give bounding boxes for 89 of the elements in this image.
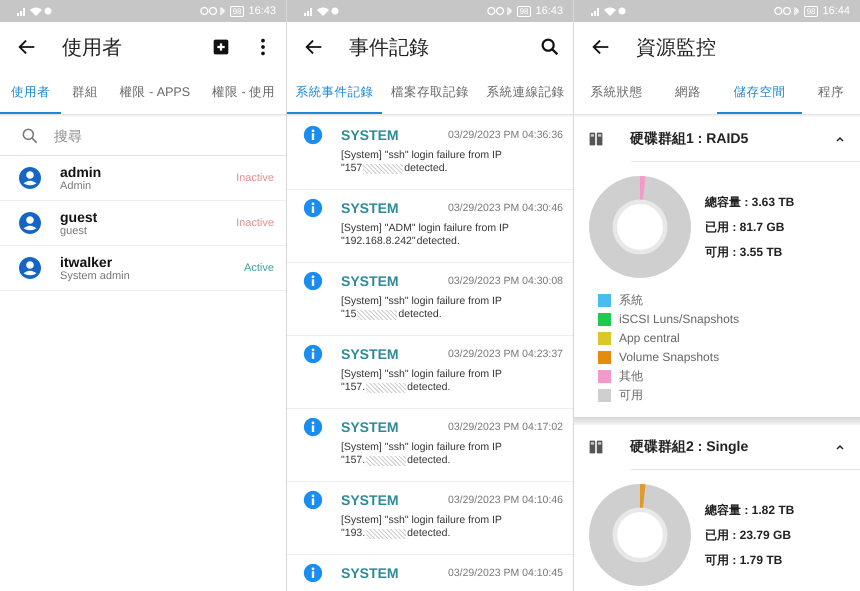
event-message: [System] "ssh" login failure from IP: [341, 514, 503, 527]
capacity-stat: 已用 : 23.79 GB: [705, 526, 792, 544]
user-avatar-icon: [18, 166, 42, 190]
event-timestamp: 03/29/2023 PM 04:10:45: [448, 567, 563, 579]
disk-group-title: 硬碟群組2 : Single: [630, 438, 748, 456]
tab[interactable]: 網路: [658, 72, 717, 114]
tab[interactable]: 系統狀態: [574, 72, 658, 114]
legend-label: iSCSI Luns/Snapshots: [619, 312, 740, 326]
user-name: admin: [60, 164, 102, 180]
user-name: itwalker: [60, 254, 114, 270]
user-list-item[interactable]: admin Admin Inactive: [0, 156, 286, 201]
ip-address-text: "157.: [341, 454, 366, 467]
legend-label: 系統: [619, 292, 643, 308]
clock-time: 16:43: [248, 5, 276, 17]
search-icon[interactable]: [539, 36, 561, 58]
info-icon: [303, 125, 323, 145]
tab[interactable]: 權限 - 使用: [201, 72, 286, 114]
event-message: detected.: [407, 527, 450, 540]
user-status: Inactive: [236, 172, 274, 184]
tab[interactable]: 檔案存取記錄: [382, 72, 478, 114]
tab[interactable]: 群組: [60, 72, 109, 114]
event-timestamp: 03/29/2023 PM 04:17:02: [448, 421, 563, 433]
event-message: [System] "ssh" login failure from IP: [341, 368, 503, 381]
capacity-stat: 總容量 : 1.82 TB: [705, 502, 794, 518]
ip-address-text: "157.: [341, 381, 366, 394]
event-timestamp: 03/29/2023 PM 04:10:46: [448, 494, 563, 506]
info-icon: [303, 271, 323, 291]
event-message: [System] "ssh" login failure from IP: [341, 295, 503, 308]
info-icon: [303, 490, 323, 510]
tab[interactable]: 權限 - APPS: [108, 72, 202, 114]
battery-level: 98: [804, 6, 818, 16]
event-message: detected.: [407, 454, 450, 467]
user-list-item[interactable]: itwalker System admin Active: [0, 246, 286, 291]
event-source: SYSTEM: [341, 273, 399, 289]
disk-icon: [588, 131, 604, 147]
event-source: SYSTEM: [341, 200, 399, 216]
tab[interactable]: 程序: [802, 72, 860, 114]
info-icon: [303, 198, 323, 218]
event-message: detected.: [416, 235, 460, 248]
legend-label: Volume Snapshots: [619, 350, 720, 364]
user-avatar-icon: [18, 256, 42, 280]
event-timestamp: 03/29/2023 PM 04:36:36: [448, 129, 563, 141]
screen-title: 使用者: [62, 36, 122, 60]
disk-icon: [588, 439, 604, 455]
user-role: System admin: [60, 270, 130, 282]
info-icon: [303, 563, 323, 583]
screen-title: 事件記錄: [349, 36, 429, 60]
user-name: guest: [60, 209, 98, 225]
capacity-stat: 總容量 : 3.63 TB: [705, 194, 794, 210]
clock-time: 16:43: [535, 5, 563, 17]
legend-label: App central: [619, 331, 680, 345]
event-message: [System] "ADM" login failure from IP: [341, 222, 510, 235]
event-message: detected.: [404, 162, 448, 175]
event-timestamp: 03/29/2023 PM 04:30:46: [448, 202, 563, 214]
ip-address-text: "15: [341, 308, 356, 321]
capacity-stat: 可用 : 3.55 TB: [705, 244, 784, 260]
user-status: Inactive: [236, 217, 274, 229]
user-avatar-icon: [18, 211, 42, 235]
event-source: SYSTEM: [341, 565, 399, 581]
event-message: detected.: [398, 308, 442, 321]
event-source: SYSTEM: [341, 419, 399, 435]
capacity-stat: 可用 : 1.79 TB: [705, 552, 784, 568]
ip-address-text: "192.168.8.242": [341, 235, 416, 248]
user-role: Admin: [60, 180, 92, 192]
event-source: SYSTEM: [341, 346, 399, 362]
event-timestamp: 03/29/2023 PM 04:23:37: [448, 348, 563, 360]
user-list-item[interactable]: guest guest Inactive: [0, 201, 286, 246]
event-message: detected.: [407, 381, 450, 394]
event-source: SYSTEM: [341, 492, 399, 508]
legend-label: 其他: [619, 368, 643, 384]
tab[interactable]: 系統連線記錄: [478, 72, 573, 114]
event-timestamp: 03/29/2023 PM 04:30:08: [448, 275, 563, 287]
event-source: SYSTEM: [341, 127, 399, 143]
capacity-stat: 已用 : 81.7 GB: [705, 218, 786, 236]
clock-time: 16:44: [822, 5, 850, 17]
event-message: [System] "ssh" login failure from IP: [341, 441, 503, 454]
ip-address-text: "193.: [341, 527, 366, 540]
legend-label: 可用: [619, 386, 643, 404]
battery-level: 98: [516, 6, 532, 16]
info-icon: [303, 344, 323, 364]
info-icon: [303, 417, 323, 437]
user-role: guest: [60, 225, 88, 237]
user-status: Active: [244, 262, 274, 274]
screen-title: 資源監控: [636, 36, 716, 60]
search-icon: [20, 126, 40, 146]
event-message: [System] "ssh" login failure from IP: [341, 149, 503, 162]
disk-group-title: 硬碟群組1 : RAID5: [630, 130, 748, 148]
ip-address-text: "157: [341, 162, 362, 175]
battery-level: 98: [230, 6, 244, 16]
